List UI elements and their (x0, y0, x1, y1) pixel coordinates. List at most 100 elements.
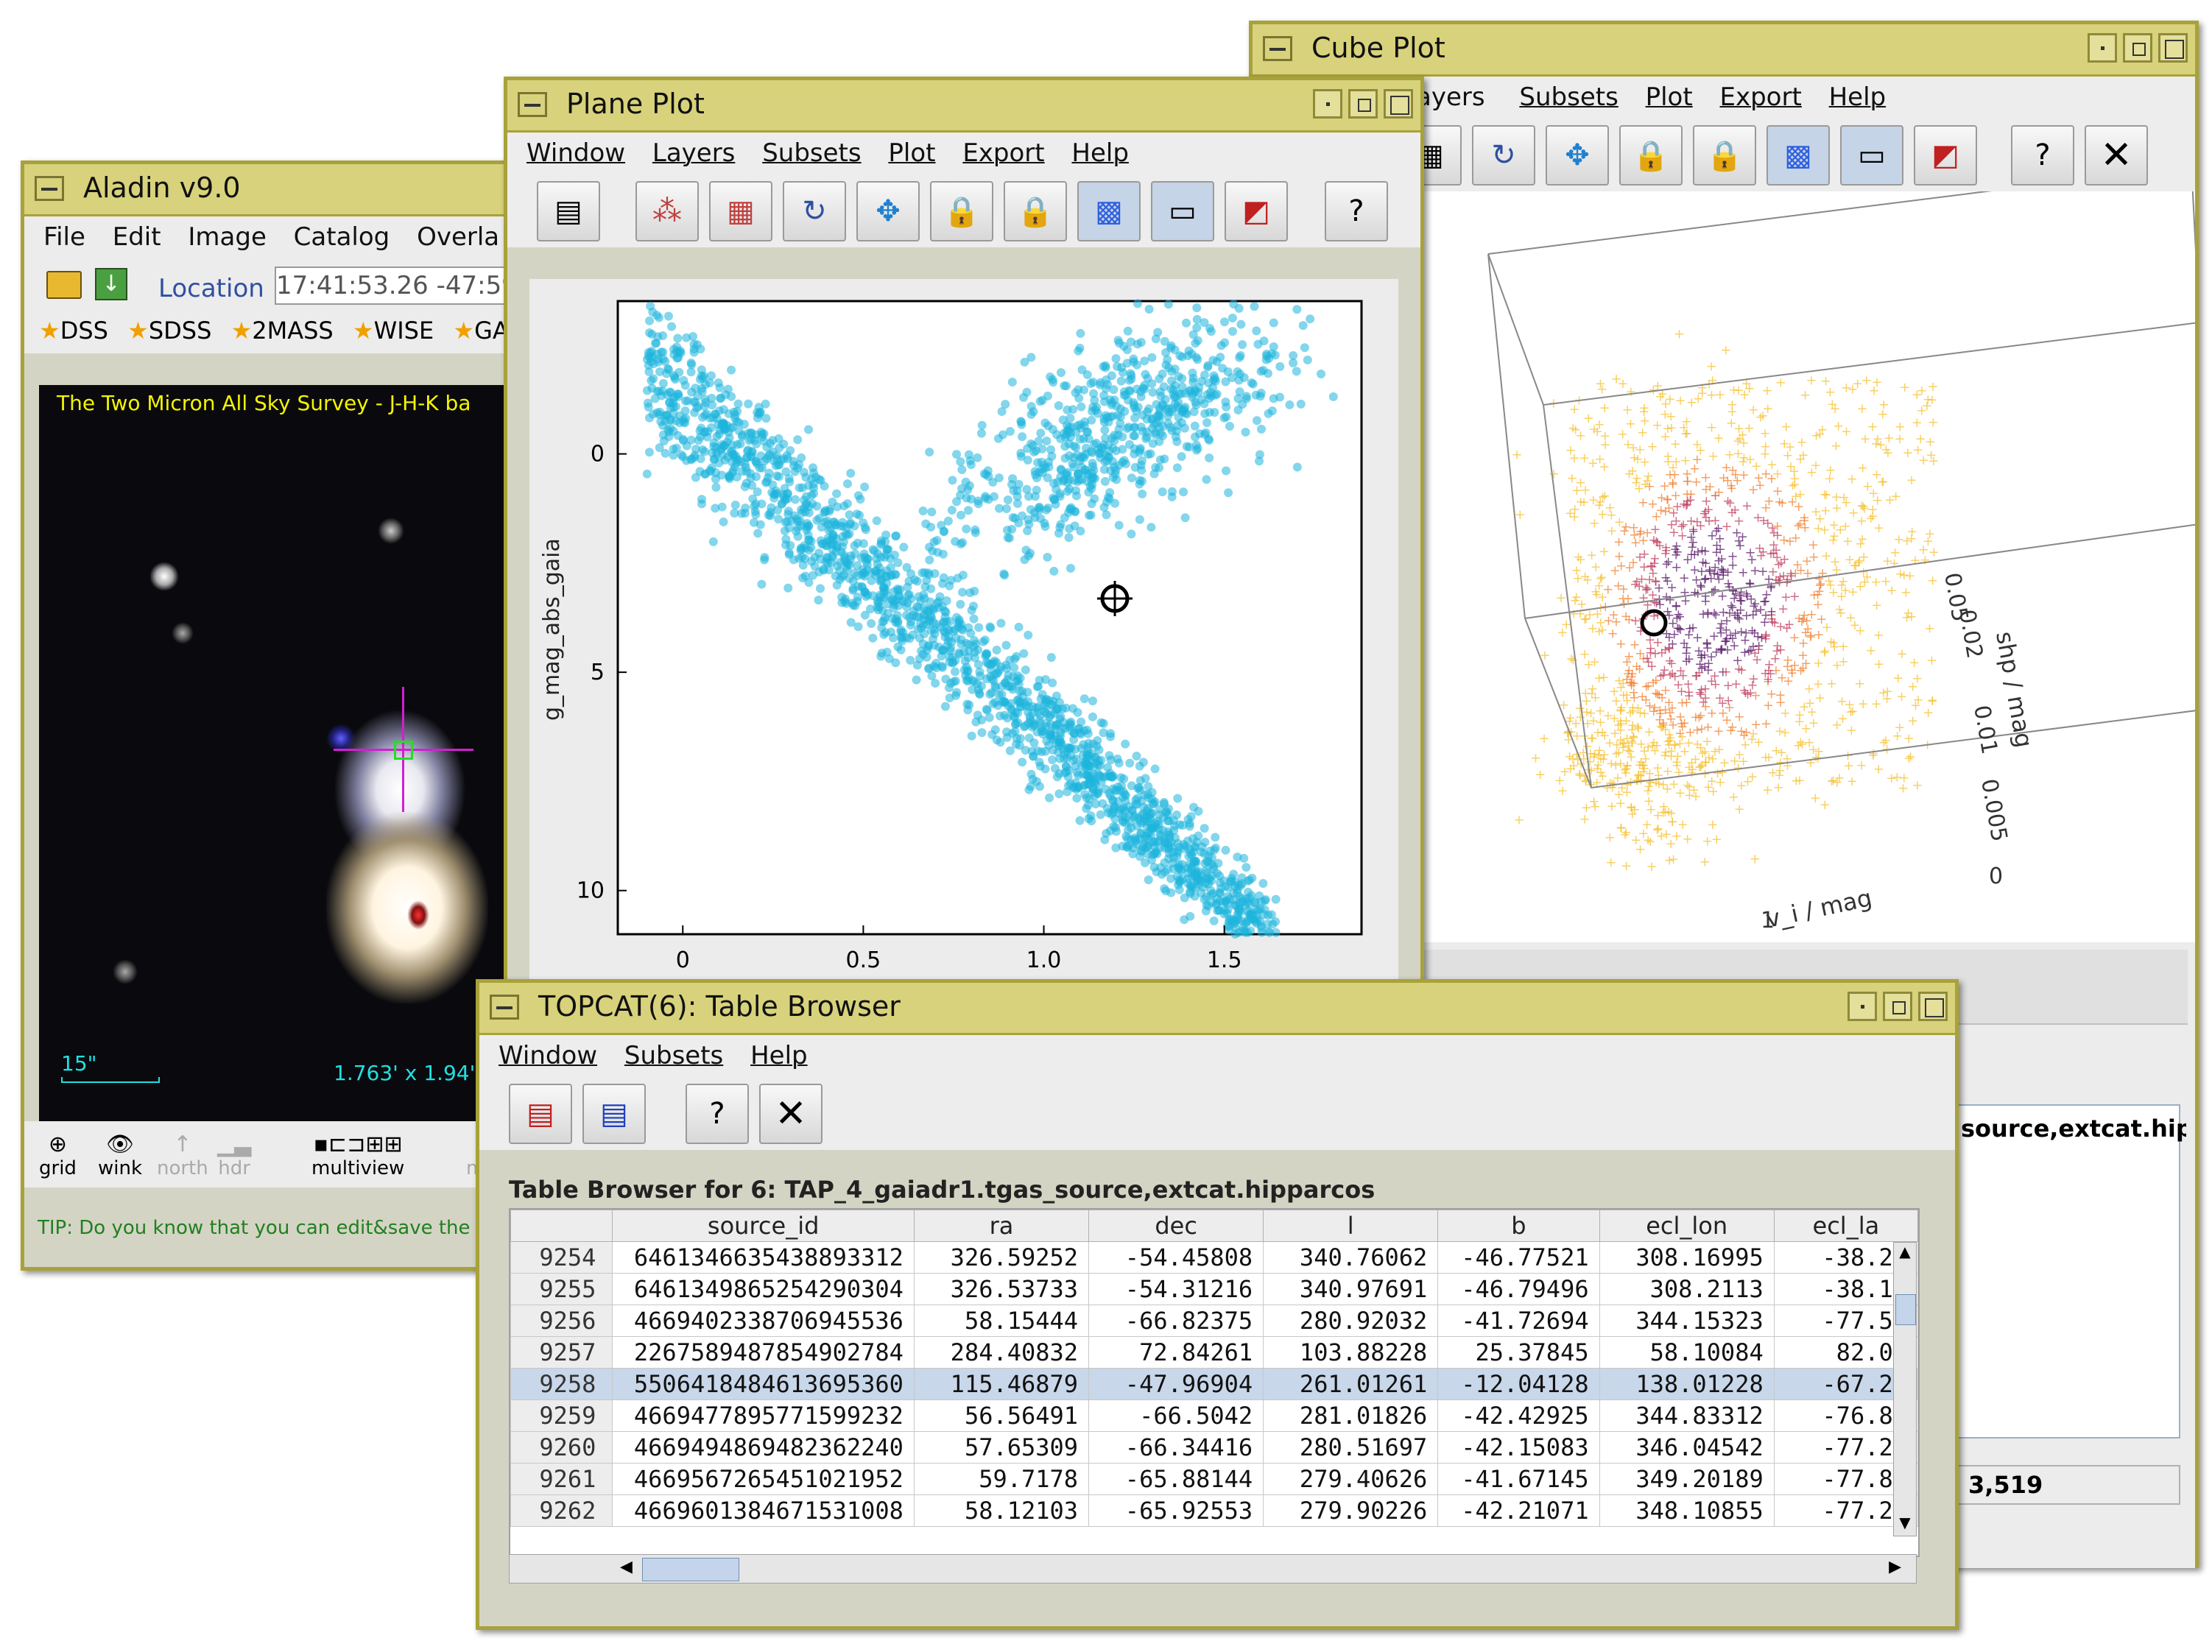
table-cell[interactable]: 261.01261 (1263, 1368, 1439, 1400)
minimize-button[interactable] (1848, 992, 1877, 1021)
row-index-cell[interactable]: 9254 (510, 1241, 613, 1274)
menu-help[interactable]: Help (750, 1041, 808, 1070)
menu-subsets[interactable]: Subsets (1519, 82, 1618, 112)
menu-help[interactable]: Help (1071, 138, 1129, 168)
scroll-thumb[interactable] (642, 1558, 739, 1581)
survey-wise[interactable]: WISE (374, 317, 434, 345)
menu-image[interactable]: Image (188, 222, 266, 252)
blob-subset-icon[interactable]: ⁂ (635, 181, 699, 241)
help-icon[interactable]: ? (1325, 181, 1388, 241)
close-window-button[interactable] (2158, 33, 2188, 63)
maximize-button[interactable] (2123, 33, 2152, 63)
table-cell[interactable]: 326.59252 (913, 1241, 1090, 1274)
table-row[interactable]: 9260 4669494869482362240 57.65309 -66.34416… (510, 1431, 1918, 1464)
menu-help[interactable]: Help (1829, 82, 1887, 112)
menu-plot[interactable]: Plot (1646, 82, 1693, 112)
sky-image-view[interactable]: The Two Micron All Sky Survey - J-H-K ba… (39, 385, 540, 1121)
table-cell[interactable]: 279.40626 (1263, 1463, 1439, 1495)
table-cell[interactable]: 115.46879 (913, 1368, 1090, 1400)
column-header[interactable]: ecl_lon (1599, 1210, 1775, 1242)
table-cell[interactable]: 4669567265451021952 (612, 1463, 915, 1495)
survey-2mass[interactable]: 2MASS (252, 317, 333, 345)
table-cell[interactable]: 346.04542 (1599, 1431, 1775, 1464)
density-map-icon[interactable]: ▩ (1767, 125, 1830, 186)
export-image-icon[interactable]: ◩ (1914, 125, 1977, 186)
scroll-left-arrow-icon[interactable]: ◀ (620, 1558, 633, 1576)
table-cell[interactable]: 58.15444 (913, 1305, 1090, 1337)
menu-catalog[interactable]: Catalog (294, 222, 390, 252)
table-cell[interactable]: 56.56491 (913, 1399, 1090, 1432)
navigate-icon[interactable]: ✥ (856, 181, 920, 241)
wink-tool[interactable]: 👁 wink (98, 1132, 142, 1179)
table-cell[interactable]: -41.72694 (1437, 1305, 1600, 1337)
aux-axis-icon[interactable]: ▭ (1840, 125, 1903, 186)
menu-file[interactable]: File (43, 222, 85, 252)
region-subset-icon[interactable]: ▦ (709, 181, 772, 241)
table-cell[interactable]: 280.92032 (1263, 1305, 1439, 1337)
row-index-cell[interactable]: 9256 (510, 1305, 613, 1337)
download-icon[interactable]: ↓ (95, 268, 127, 300)
export-image-icon[interactable]: ◩ (1225, 181, 1288, 241)
menu-window[interactable]: Window (526, 138, 625, 168)
row-index-cell[interactable]: 9258 (510, 1368, 613, 1400)
table-cell[interactable]: -12.04128 (1437, 1368, 1600, 1400)
table-cell[interactable]: 279.90226 (1263, 1494, 1439, 1527)
lock-icon[interactable]: 🔒 (930, 181, 993, 241)
table-cell[interactable]: 344.83312 (1599, 1399, 1775, 1432)
cube-layer-list[interactable]: source,extcat.hip (1952, 1104, 2186, 1439)
row-index-cell[interactable]: 9261 (510, 1463, 613, 1495)
menu-overlay[interactable]: Overla (417, 222, 499, 252)
table-cell[interactable]: -42.15083 (1437, 1431, 1600, 1464)
table-cell[interactable]: 6461346635438893312 (612, 1241, 915, 1274)
row-index-cell[interactable]: 9259 (510, 1399, 613, 1432)
table-cell[interactable]: 349.20189 (1599, 1463, 1775, 1495)
table-row[interactable]: 9258 5506418484613695360 115.46879 -47.9690… (510, 1368, 1918, 1400)
table-cell[interactable]: -66.34416 (1088, 1431, 1264, 1464)
table-cell[interactable]: -47.96904 (1088, 1368, 1264, 1400)
menu-plot[interactable]: Plot (888, 138, 935, 168)
table-cell[interactable]: 4669494869482362240 (612, 1431, 915, 1464)
plane-plot-area[interactable]: 0 0.5 1.0 1.5 0 5 10 g_mag_abs_gaia (529, 279, 1398, 986)
column-header[interactable]: b (1437, 1210, 1600, 1242)
window-menu-button[interactable] (490, 995, 519, 1020)
close-icon[interactable]: ✕ (2085, 125, 2148, 186)
lock-aux-icon[interactable]: 🔒 (1004, 181, 1067, 241)
subset-from-visible-icon[interactable]: ▤ (582, 1084, 646, 1144)
navigate-icon[interactable]: ✥ (1546, 125, 1609, 186)
table-cell[interactable]: 326.53733 (913, 1273, 1090, 1305)
table-cell[interactable]: 103.88228 (1263, 1336, 1439, 1369)
open-folder-icon[interactable] (46, 271, 82, 299)
window-menu-button[interactable] (518, 92, 547, 117)
survey-sdss[interactable]: SDSS (149, 317, 212, 345)
minimize-button[interactable] (2088, 33, 2117, 63)
table-cell[interactable]: 4669402338706945536 (612, 1305, 915, 1337)
scroll-right-arrow-icon[interactable]: ▶ (1889, 1558, 1901, 1576)
window-menu-button[interactable] (35, 176, 64, 201)
multiview-tool[interactable]: ▪⊏⊐⊞⊞ multiview (311, 1132, 404, 1179)
table-cell[interactable]: 25.37845 (1437, 1336, 1600, 1369)
row-index-cell[interactable]: 9257 (510, 1336, 613, 1369)
plane-titlebar[interactable]: Plane Plot (507, 80, 1420, 133)
table-cell[interactable]: -42.21071 (1437, 1494, 1600, 1527)
maximize-button[interactable] (1883, 992, 1912, 1021)
menu-subsets[interactable]: Subsets (762, 138, 861, 168)
table-cell[interactable]: -54.31216 (1088, 1273, 1264, 1305)
table-cell[interactable]: 280.51697 (1263, 1431, 1439, 1464)
column-header[interactable]: source_id (612, 1210, 915, 1242)
table-cell[interactable]: 5506418484613695360 (612, 1368, 915, 1400)
table-row[interactable]: 9262 4669601384671531008 58.12103 -65.92553… (510, 1494, 1918, 1527)
table-cell[interactable]: 4669601384671531008 (612, 1494, 915, 1527)
table-cell[interactable]: 59.7178 (913, 1463, 1090, 1495)
menu-export[interactable]: Export (962, 138, 1044, 168)
minimize-button[interactable] (1313, 89, 1342, 119)
table-row[interactable]: 9257 2267589487854902784 284.40832 72.84261… (510, 1336, 1918, 1369)
row-index-cell[interactable]: 9260 (510, 1431, 613, 1464)
hdr-tool[interactable]: ▁▃ hdr (217, 1132, 251, 1179)
cube-titlebar[interactable]: Cube Plot (1253, 24, 2195, 77)
table-cell[interactable]: 308.16995 (1599, 1241, 1775, 1274)
table-cell[interactable]: 58.12103 (913, 1494, 1090, 1527)
table-cell[interactable]: -65.92553 (1088, 1494, 1264, 1527)
table-row[interactable]: 9259 4669477895771599232 56.56491 -66.5042 2… (510, 1399, 1918, 1432)
column-header[interactable]: ra (913, 1210, 1090, 1242)
data-table[interactable]: source_id ra dec l b ecl_lon ecl_la 9254 646134… (510, 1210, 1918, 1527)
